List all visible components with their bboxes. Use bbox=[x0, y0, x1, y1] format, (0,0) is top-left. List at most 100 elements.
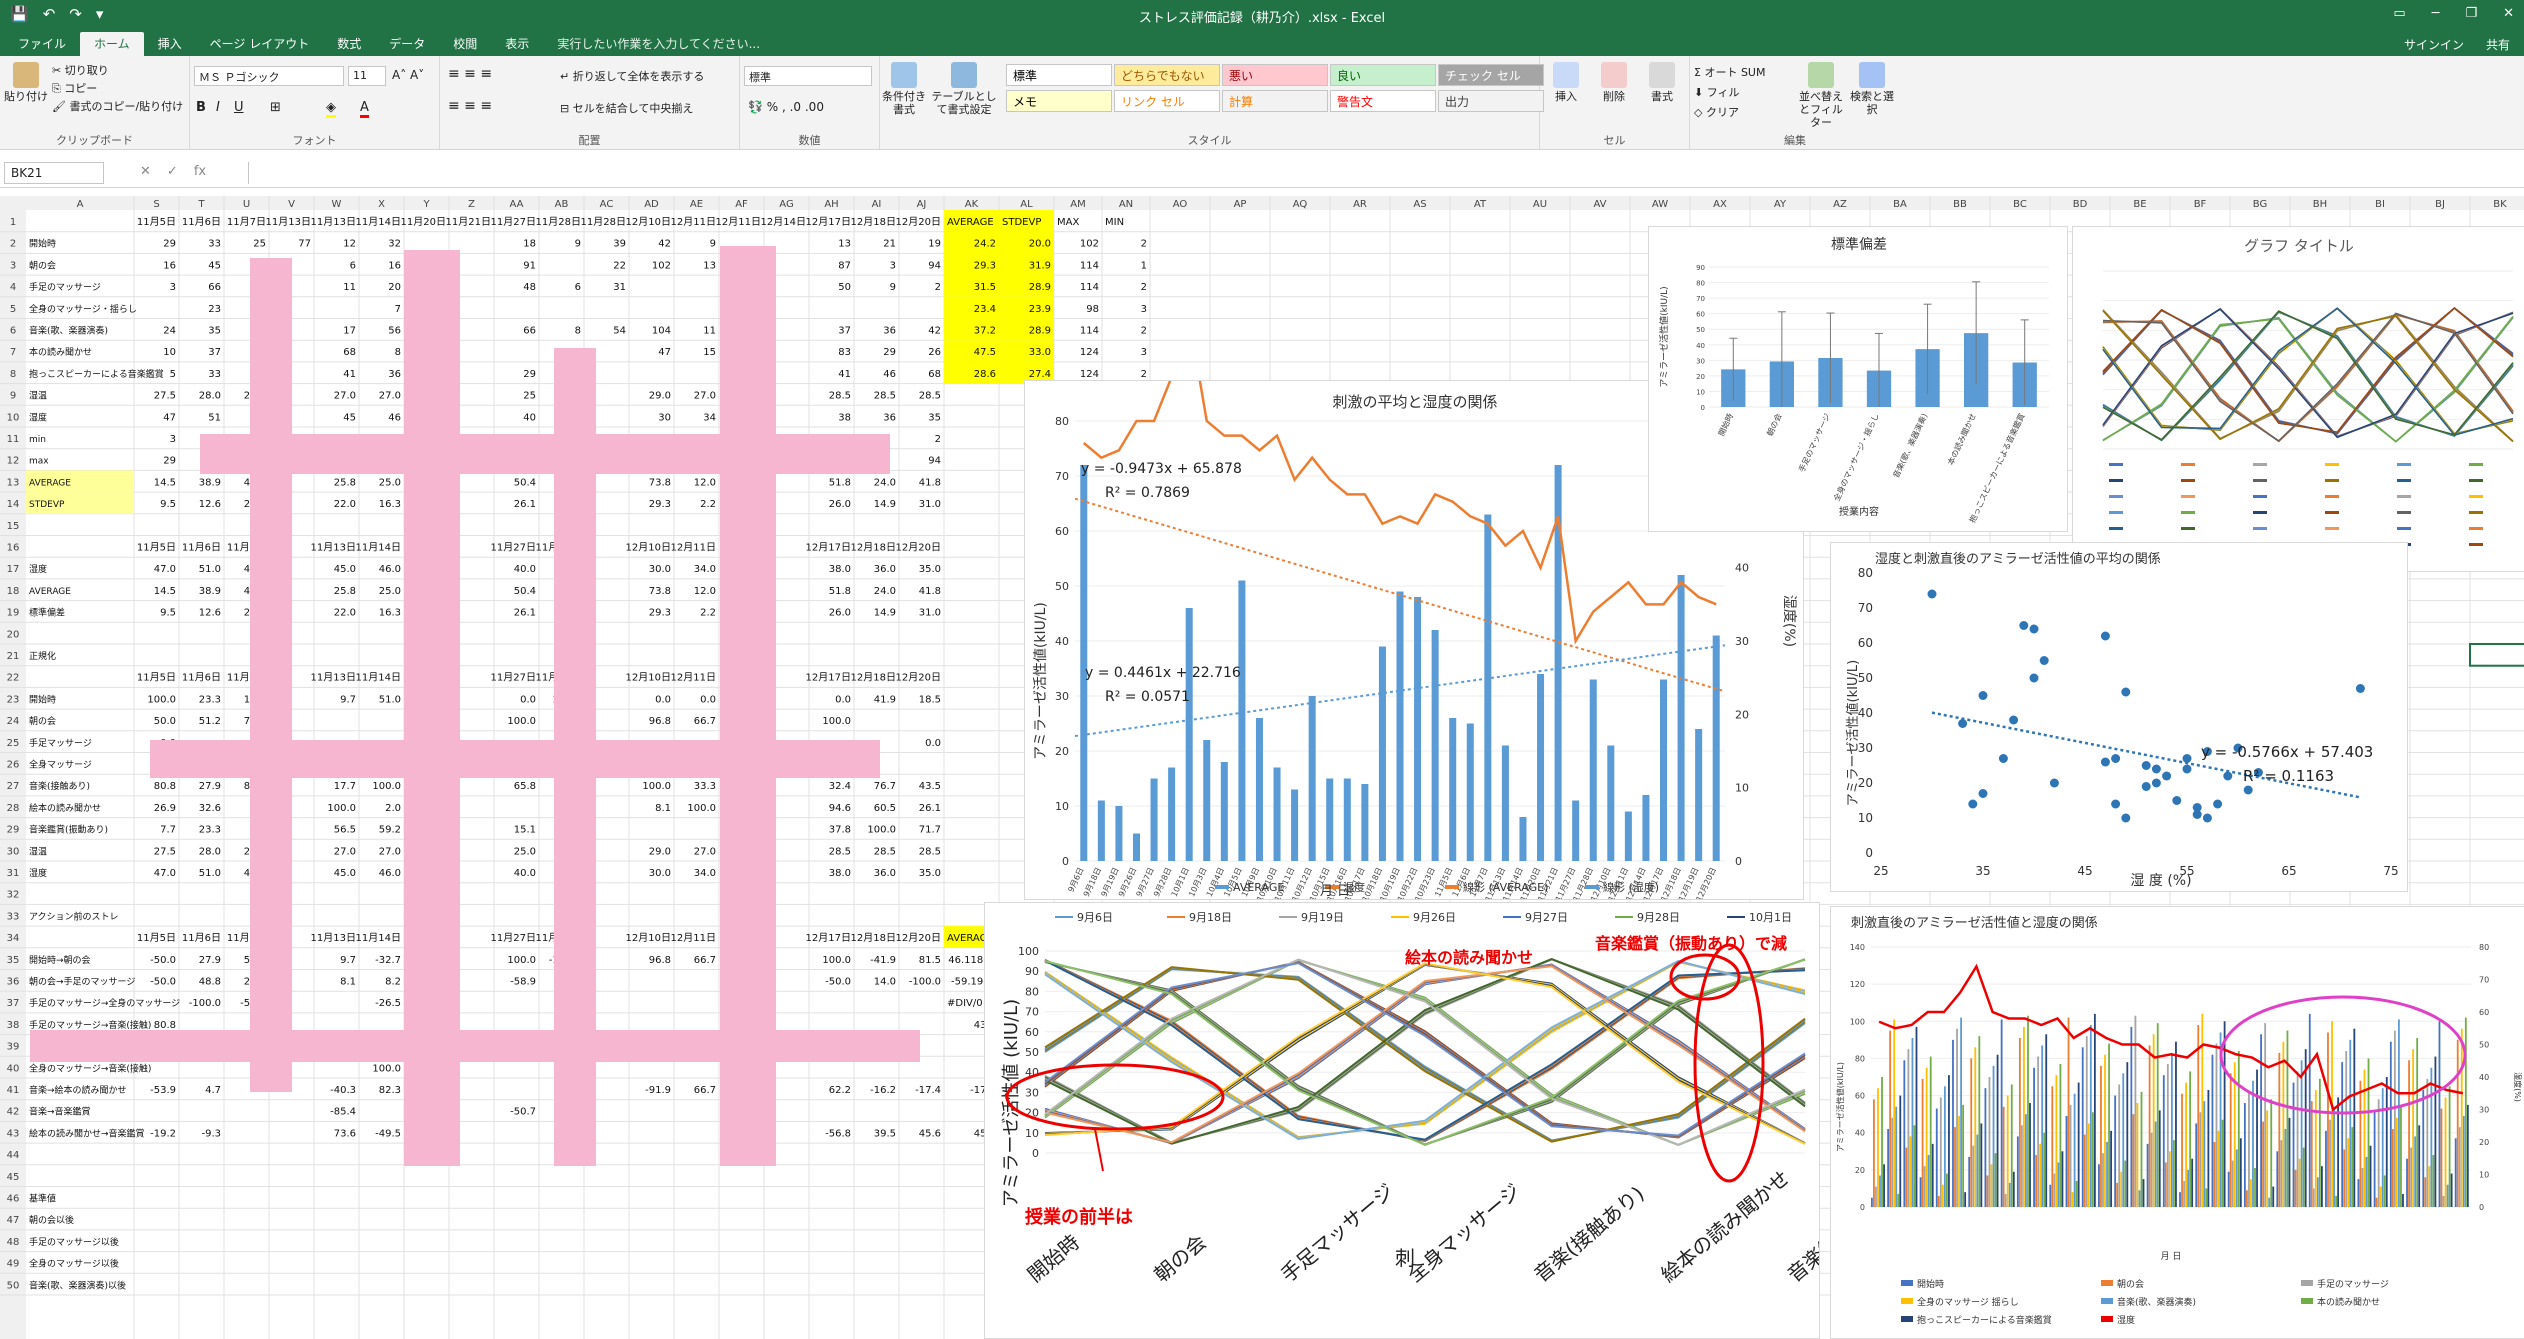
data-cell[interactable]: 8 bbox=[575, 326, 581, 337]
data-cell[interactable]: 3 bbox=[170, 282, 176, 293]
data-cell[interactable]: 28.5 bbox=[829, 391, 851, 402]
row-header-4[interactable]: 4 bbox=[10, 282, 16, 293]
restore-icon[interactable]: ❐ bbox=[2465, 6, 2477, 21]
data-cell[interactable]: 30.0 bbox=[649, 564, 671, 575]
data-cell[interactable]: 32.4 bbox=[829, 781, 851, 792]
data-cell[interactable]: 45.6 bbox=[919, 1128, 941, 1139]
data-cell[interactable]: 29 bbox=[883, 347, 896, 358]
data-cell[interactable]: 29.0 bbox=[649, 846, 671, 857]
tab-6[interactable]: 校閲 bbox=[439, 32, 491, 56]
column-header-V[interactable]: V bbox=[288, 199, 295, 210]
data-cell[interactable]: 12月18日 bbox=[851, 672, 896, 684]
tab-0[interactable]: ファイル bbox=[4, 32, 80, 56]
data-cell[interactable]: -41.9 bbox=[870, 955, 896, 966]
data-cell[interactable]: 81.5 bbox=[919, 955, 941, 966]
data-cell[interactable]: 25.0 bbox=[379, 477, 401, 488]
data-cell[interactable]: 31.0 bbox=[919, 608, 941, 619]
data-cell[interactable]: 36 bbox=[883, 326, 896, 337]
data-cell[interactable]: 51 bbox=[208, 412, 221, 423]
row-label-cell[interactable]: min bbox=[29, 435, 46, 445]
data-cell[interactable]: 22.0 bbox=[334, 608, 356, 619]
cell-style-7[interactable]: 計算 bbox=[1222, 90, 1328, 112]
row-label-cell[interactable]: 湿度 bbox=[29, 411, 47, 423]
font-size-select[interactable]: 11 bbox=[348, 66, 386, 86]
row-header-43[interactable]: 43 bbox=[7, 1128, 20, 1139]
column-header-U[interactable]: U bbox=[243, 199, 250, 210]
data-cell[interactable]: 12月17日 bbox=[806, 542, 851, 554]
row-label-cell[interactable]: 手足のマッサージ→全身のマッサージ bbox=[29, 997, 180, 1009]
column-header-AU[interactable]: AU bbox=[1533, 199, 1547, 210]
column-header-X[interactable]: X bbox=[378, 199, 385, 210]
data-cell[interactable]: 48.8 bbox=[199, 977, 221, 988]
data-cell[interactable]: 37.8 bbox=[829, 825, 851, 836]
enter-icon[interactable]: ✓ bbox=[167, 164, 178, 179]
row-header-20[interactable]: 20 bbox=[7, 629, 20, 640]
data-cell[interactable]: 42 bbox=[658, 239, 671, 250]
column-header-AL[interactable]: AL bbox=[1020, 199, 1033, 210]
cell-style-1[interactable]: どちらでもない bbox=[1114, 64, 1220, 86]
data-cell[interactable]: 31.9 bbox=[1029, 260, 1051, 271]
data-cell[interactable]: 25.0 bbox=[514, 846, 536, 857]
column-header-BH[interactable]: BH bbox=[2313, 199, 2327, 210]
column-header-AF[interactable]: AF bbox=[735, 199, 748, 210]
column-header-W[interactable]: W bbox=[332, 199, 342, 210]
data-cell[interactable]: 5 bbox=[170, 369, 176, 380]
data-cell[interactable]: 33.3 bbox=[694, 781, 716, 792]
data-cell[interactable]: 10 bbox=[163, 347, 176, 358]
row-header-23[interactable]: 23 bbox=[7, 694, 20, 705]
fill-button[interactable]: ⬇ フィル bbox=[1694, 84, 1740, 100]
row-header-27[interactable]: 27 bbox=[7, 781, 20, 792]
data-cell[interactable]: 11月27日 bbox=[491, 542, 536, 554]
data-cell[interactable]: 27.5 bbox=[154, 846, 176, 857]
row-label-cell[interactable]: 標準偏差 bbox=[29, 607, 65, 619]
data-cell[interactable]: 28.5 bbox=[874, 846, 896, 857]
data-cell[interactable]: 2 bbox=[935, 434, 941, 445]
data-cell[interactable]: 82.3 bbox=[379, 1085, 401, 1096]
data-cell[interactable]: 27.9 bbox=[199, 781, 221, 792]
column-header-AK[interactable]: AK bbox=[965, 199, 979, 210]
row-header-45[interactable]: 45 bbox=[7, 1172, 20, 1183]
column-header-AO[interactable]: AO bbox=[1173, 199, 1188, 210]
row-label-cell[interactable]: 湿度 bbox=[29, 563, 47, 575]
data-cell[interactable]: 51.0 bbox=[199, 868, 221, 879]
sort-filter-button[interactable]: 並べ替えとフィルター bbox=[1796, 62, 1846, 129]
data-cell[interactable]: -58.9 bbox=[510, 977, 536, 988]
row-header-49[interactable]: 49 bbox=[7, 1259, 20, 1270]
data-cell[interactable]: 14.9 bbox=[874, 608, 896, 619]
row-header-37[interactable]: 37 bbox=[7, 998, 20, 1009]
wrap-text-button[interactable]: ↵ 折り返して全体を表示する bbox=[560, 68, 704, 84]
row-header-10[interactable]: 10 bbox=[7, 412, 20, 423]
data-cell[interactable]: 8.1 bbox=[340, 977, 356, 988]
data-cell[interactable]: 2 bbox=[1141, 239, 1147, 250]
underline-button[interactable]: U bbox=[234, 100, 244, 115]
data-cell[interactable]: 3 bbox=[170, 434, 176, 445]
data-cell[interactable]: -17.4 bbox=[915, 1085, 941, 1096]
data-cell[interactable]: 12月20日 bbox=[896, 672, 941, 684]
row-header-2[interactable]: 2 bbox=[10, 239, 16, 250]
data-cell[interactable]: 17 bbox=[343, 326, 356, 337]
data-cell[interactable]: 45 bbox=[208, 260, 221, 271]
data-cell[interactable]: 26 bbox=[928, 347, 941, 358]
data-cell[interactable]: 25.8 bbox=[334, 477, 356, 488]
row-header-32[interactable]: 32 bbox=[7, 890, 20, 901]
data-cell[interactable]: 47.5 bbox=[974, 347, 996, 358]
data-cell[interactable]: 50.4 bbox=[514, 586, 536, 597]
format-as-table-button[interactable]: テーブルとして書式設定 bbox=[930, 62, 998, 116]
data-cell[interactable]: 45 bbox=[343, 412, 356, 423]
data-cell[interactable]: 27.0 bbox=[334, 391, 356, 402]
column-header-AY[interactable]: AY bbox=[1774, 199, 1787, 210]
data-cell[interactable]: -91.9 bbox=[645, 1085, 671, 1096]
cell-style-4[interactable]: チェック セル bbox=[1438, 64, 1544, 86]
row-label-cell[interactable]: 抱っこスピーカーによる音楽鑑賞 bbox=[29, 368, 164, 380]
data-cell[interactable]: 41.8 bbox=[919, 477, 941, 488]
data-cell[interactable]: 12月10日 bbox=[626, 216, 671, 228]
data-cell[interactable]: 36 bbox=[883, 412, 896, 423]
data-cell[interactable]: 11月6日 bbox=[182, 542, 221, 554]
number-format-select[interactable]: 標準 bbox=[744, 66, 872, 86]
data-cell[interactable]: 47.0 bbox=[154, 564, 176, 575]
data-cell[interactable]: 100.0 bbox=[147, 694, 176, 705]
data-cell[interactable]: 100.0 bbox=[507, 955, 536, 966]
data-cell[interactable]: 96.8 bbox=[649, 955, 671, 966]
name-box[interactable]: BK21 bbox=[4, 162, 104, 184]
cell-style-2[interactable]: 悪い bbox=[1222, 64, 1328, 86]
